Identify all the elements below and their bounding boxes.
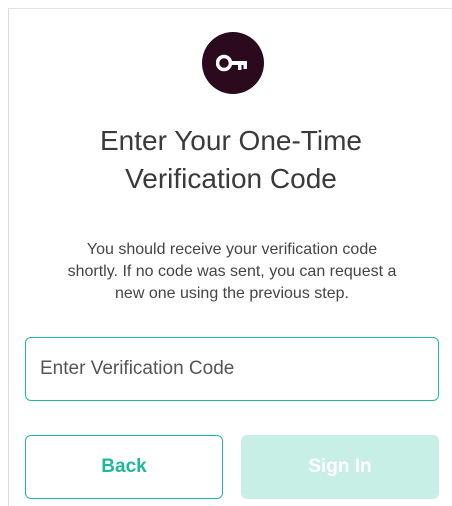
verification-card: Enter Your One-Time Verification Code Yo… [8,8,452,506]
page-title-line: Enter Your One-Time [100,125,362,156]
instructions-line: You should receive your verification cod… [86,241,378,258]
sign-in-button[interactable]: Sign In [241,435,439,499]
key-icon [202,32,264,94]
key-icon-glyph [216,54,247,72]
verification-code-input[interactable] [25,337,439,401]
instructions-line: new one using the previous step. [115,285,349,302]
back-button[interactable]: Back [25,435,223,499]
page-title-line: Verification Code [125,163,337,194]
instructions-text: You should receive your verification cod… [27,239,437,305]
instructions-line: shortly. If no code was sent, you can re… [67,263,397,280]
page-title: Enter Your One-Time Verification Code [9,122,452,198]
